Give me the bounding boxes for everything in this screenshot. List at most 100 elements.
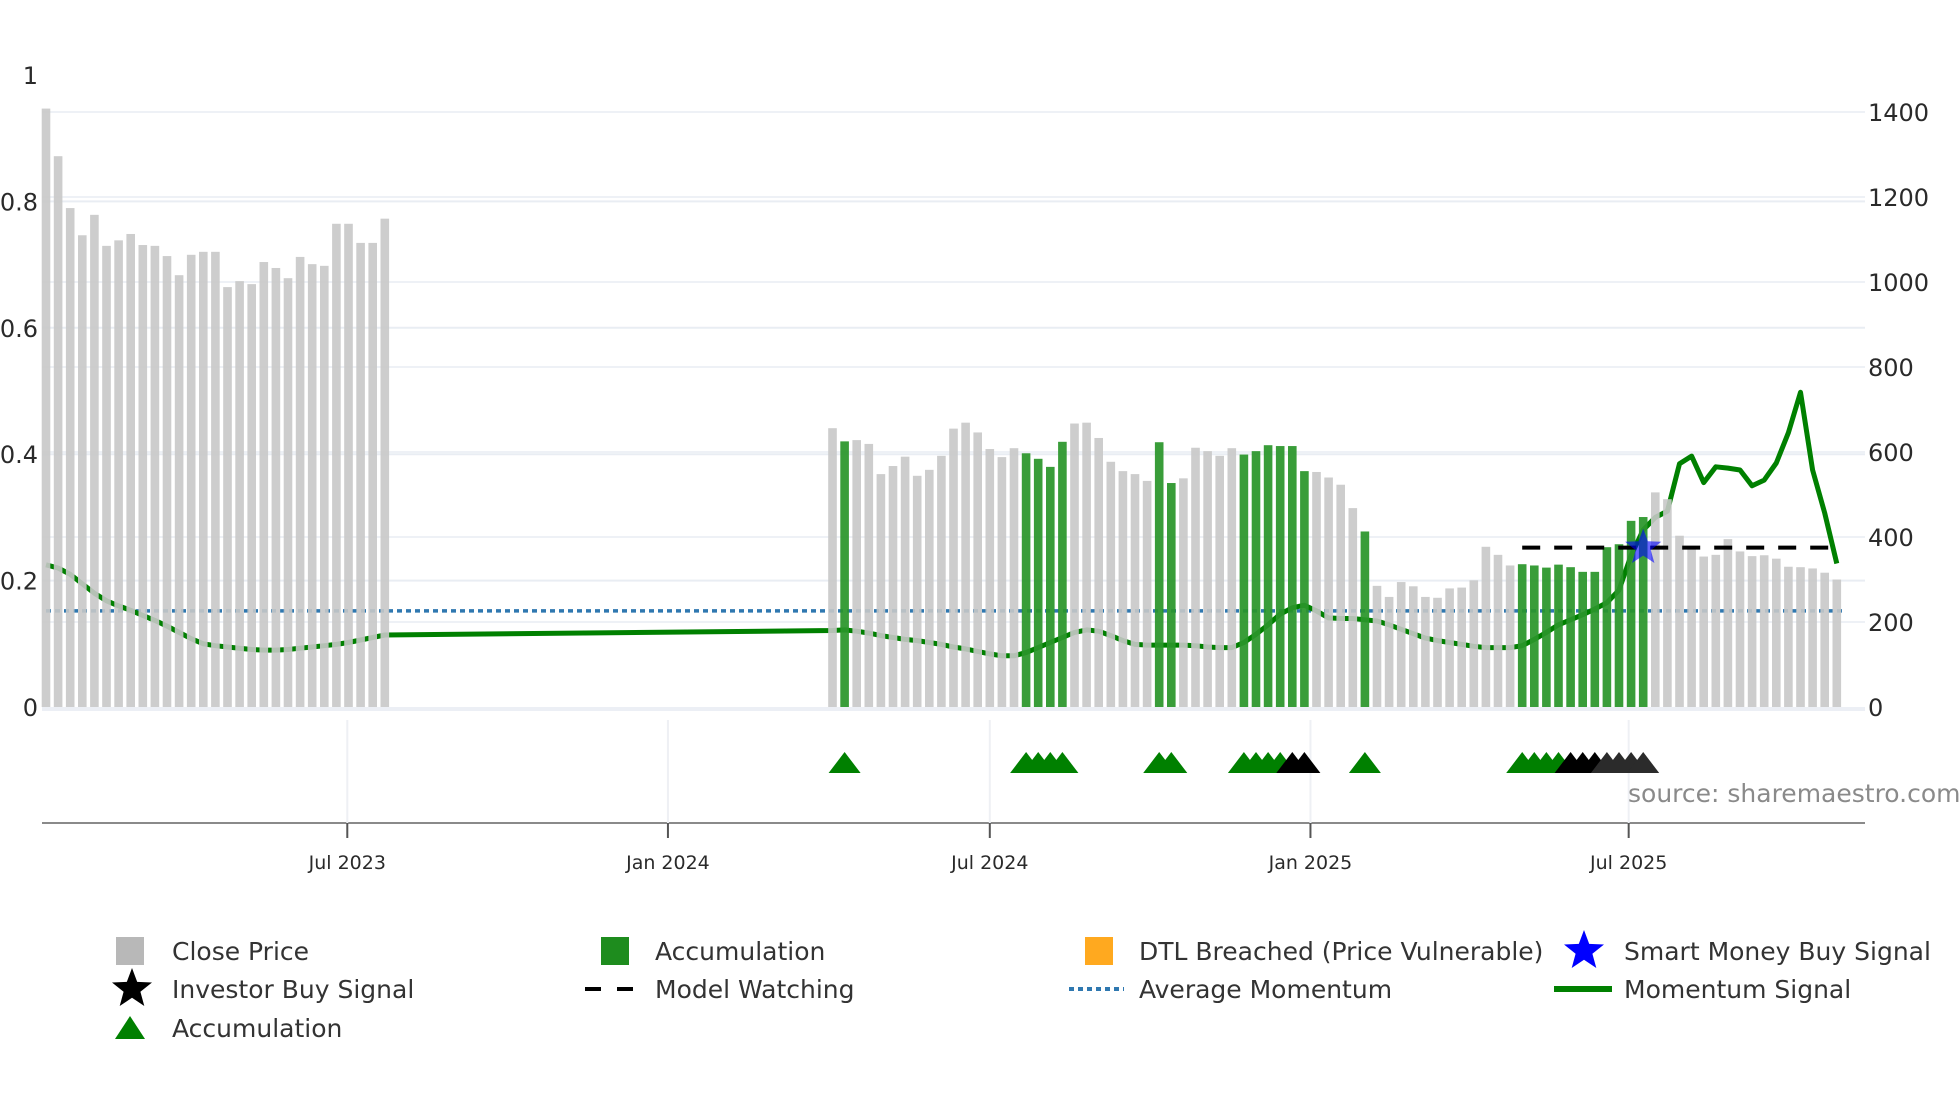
momentum-price-chart: 0 0.2 0.4 0.6 0.8 1 0 200 400 600 800 1000 1200 1400…	[0, 62, 1960, 1043]
close-price-bar	[271, 267, 281, 707]
right-tick-label: 0	[1868, 694, 1883, 722]
left-tick-label: 0.2	[0, 568, 38, 596]
close-price-bar	[1130, 474, 1140, 707]
close-price-bar	[90, 214, 99, 707]
left-tick-label: 0.6	[0, 315, 38, 343]
close-price-bar	[247, 284, 256, 707]
close-price-bar	[1106, 461, 1116, 707]
close-price-bar	[307, 264, 317, 707]
close-price-bar	[1687, 545, 1696, 707]
close-price-bar	[1784, 566, 1793, 707]
close-price-bar	[1324, 477, 1333, 707]
close-price-bar	[1118, 471, 1128, 707]
accumulation-bar	[1288, 446, 1297, 707]
close-price-bar	[1699, 556, 1708, 707]
left-tick-label: 0	[23, 694, 38, 722]
close-price-bar	[1651, 492, 1660, 707]
close-price-bar	[973, 432, 982, 707]
x-tick-label: Jan 2024	[625, 852, 710, 874]
close-price-bar	[1372, 585, 1382, 707]
accumulation-bar	[1542, 567, 1551, 707]
close-price-bar	[1759, 555, 1769, 707]
accumulation-bar	[1167, 483, 1176, 707]
accumulation-bar	[1566, 567, 1575, 707]
close-price-bar	[937, 455, 946, 707]
close-price-bar	[1493, 554, 1503, 707]
close-price-bar	[997, 457, 1007, 707]
close-price-bar	[380, 218, 390, 708]
right-tick-label: 600	[1868, 439, 1914, 467]
legend-square-icon	[1085, 937, 1113, 965]
legend-item: Investor Buy Signal	[112, 968, 414, 1006]
close-price-bar	[344, 223, 353, 707]
close-price-bar	[1421, 596, 1430, 707]
price-bars	[41, 108, 1842, 708]
close-price-bar	[53, 156, 63, 707]
close-price-bar	[102, 245, 111, 707]
close-price-bar	[259, 262, 269, 707]
close-price-bar	[1409, 586, 1418, 707]
close-price-bar	[174, 275, 184, 707]
close-price-bar	[1505, 565, 1515, 707]
close-price-bar	[1747, 556, 1757, 707]
legend-item: DTL Breached (Price Vulnerable)	[1085, 937, 1543, 966]
accumulation-bar	[840, 441, 849, 707]
close-price-bar	[1070, 423, 1079, 707]
legend-label: Average Momentum	[1139, 975, 1392, 1004]
close-price-bar	[876, 474, 886, 707]
close-price-bar	[78, 235, 87, 707]
close-price-bar	[162, 256, 172, 707]
close-price-bar	[1735, 551, 1745, 707]
legend-item: Close Price	[116, 937, 309, 966]
x-axis: Jul 2023 Jan 2024 Jul 2024 Jan 2025 Jul 2025	[42, 720, 1865, 874]
accumulation-bar	[1251, 451, 1261, 707]
left-tick-label: 1	[23, 62, 38, 90]
close-price-bar	[1203, 451, 1212, 707]
left-axis: 0 0.2 0.4 0.6 0.8 1	[0, 62, 38, 722]
accumulation-bar	[1602, 547, 1612, 707]
x-tick-label: Jul 2025	[1589, 852, 1667, 874]
accumulation-bar	[1239, 454, 1249, 707]
legend-item: Accumulation	[601, 937, 825, 966]
close-price-bar	[1384, 596, 1394, 707]
x-tick-label: Jul 2024	[950, 852, 1028, 874]
close-price-bar	[211, 251, 220, 707]
legend-triangle-icon	[115, 1016, 145, 1039]
close-price-bar	[223, 287, 232, 707]
right-tick-label: 400	[1868, 524, 1914, 552]
right-tick-label: 1200	[1868, 184, 1929, 212]
x-tick-label: Jul 2023	[308, 852, 386, 874]
accumulation-bar	[1033, 458, 1043, 707]
accumulation-bar	[1021, 453, 1031, 707]
close-price-bar	[114, 240, 123, 707]
accumulation-bar	[1614, 544, 1624, 707]
left-tick-label: 0.4	[0, 441, 38, 469]
close-price-bar	[1179, 478, 1188, 707]
legend-label: Accumulation	[655, 937, 825, 966]
close-price-bar	[320, 265, 329, 707]
close-price-bar	[368, 242, 377, 707]
legend-label: Investor Buy Signal	[172, 975, 414, 1004]
accumulation-bar	[1554, 564, 1563, 707]
close-price-bar	[1348, 508, 1358, 707]
legend-item: Smart Money Buy Signal	[1564, 930, 1931, 968]
close-price-bar	[1481, 546, 1491, 707]
accumulation-bar	[1154, 442, 1164, 707]
close-price-bar	[186, 254, 196, 708]
accumulation-bar	[1590, 571, 1600, 707]
close-price-bar	[1082, 422, 1091, 707]
legend-star-icon	[1564, 930, 1604, 968]
legend-item: Model Watching	[585, 975, 855, 1004]
left-tick-label: 0.8	[0, 188, 38, 216]
legend: Close Price Accumulation DTL Breached (Pri…	[112, 930, 1931, 1043]
close-price-bar	[1142, 480, 1152, 707]
legend-label: Momentum Signal	[1624, 975, 1851, 1004]
close-price-bar	[41, 108, 51, 708]
accumulation-bar	[1275, 446, 1285, 707]
right-tick-label: 800	[1868, 354, 1914, 382]
close-price-bar	[356, 242, 365, 707]
close-price-bar	[1396, 582, 1406, 707]
accumulation-bar	[1058, 441, 1067, 707]
close-price-bar	[1820, 572, 1829, 707]
legend-item: Momentum Signal	[1554, 975, 1851, 1004]
